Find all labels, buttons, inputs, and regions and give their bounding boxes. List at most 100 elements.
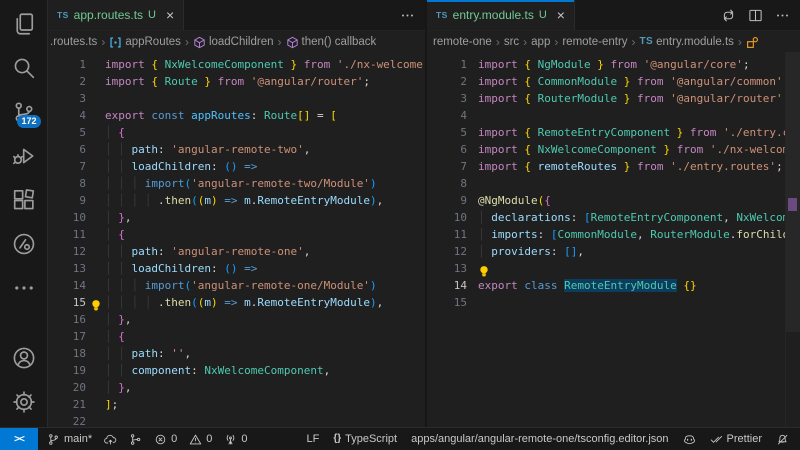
status-warning[interactable]: 0 bbox=[189, 433, 212, 446]
code-line[interactable]: 1import { NgModule } from '@angular/core… bbox=[427, 56, 800, 73]
ts-file-icon: TS bbox=[436, 10, 448, 20]
code-line[interactable]: 16│ }, bbox=[48, 311, 425, 328]
code-line[interactable]: 18│ │ path: '', bbox=[48, 345, 425, 362]
status-bell-slash[interactable] bbox=[776, 433, 789, 446]
code-line[interactable]: 19│ │ component: NxWelcomeComponent, bbox=[48, 362, 425, 379]
code-line[interactable]: 10│ }, bbox=[48, 209, 425, 226]
tab-app-routes-ts[interactable]: TS app.routes.ts U × bbox=[48, 0, 184, 30]
code-line[interactable]: 6import { NxWelcomeComponent } from './n… bbox=[427, 141, 800, 158]
breadcrumb-item[interactable]: .routes.ts bbox=[50, 36, 97, 48]
remote-indicator[interactable]: >< bbox=[0, 428, 38, 450]
code-line[interactable]: 14│ │ │ import('angular-remote-one/Modul… bbox=[48, 277, 425, 294]
activity-item-search[interactable] bbox=[0, 46, 48, 90]
tab-label: entry.module.ts bbox=[453, 8, 534, 22]
status-label: main* bbox=[64, 433, 92, 445]
code-line[interactable]: 20│ }, bbox=[48, 379, 425, 396]
activity-item-settings-gear[interactable] bbox=[0, 380, 48, 424]
code-text: │ declarations: [RemoteEntryComponent, N… bbox=[478, 209, 800, 226]
split-editor-icon[interactable] bbox=[748, 8, 763, 23]
code-line[interactable]: 14export class RemoteEntryModule {} bbox=[427, 277, 800, 294]
code-line[interactable]: 2import { CommonModule } from '@angular/… bbox=[427, 73, 800, 90]
breadcrumb-item[interactable]: appRoutes bbox=[109, 36, 181, 49]
breadcrumb-separator: › bbox=[522, 35, 528, 49]
code-line[interactable]: 3import { RouterModule } from '@angular/… bbox=[427, 90, 800, 107]
code-line[interactable]: 10│ declarations: [RemoteEntryComponent,… bbox=[427, 209, 800, 226]
code-line[interactable]: 2import { Route } from '@angular/router'… bbox=[48, 73, 425, 90]
minimap[interactable] bbox=[785, 52, 800, 428]
activity-item-source-control[interactable]: 172 bbox=[0, 90, 48, 134]
status-source-control-branch[interactable]: main* bbox=[47, 433, 92, 446]
status-apps-angular-angular-remote-one-tsconfig-editor-json[interactable]: apps/angular/angular-remote-one/tsconfig… bbox=[411, 433, 668, 445]
code-line[interactable]: 9@NgModule({ bbox=[427, 192, 800, 209]
code-line[interactable]: 11│ { bbox=[48, 226, 425, 243]
scm-badge: 172 bbox=[17, 115, 40, 128]
breadcrumb-label: remote-one bbox=[433, 36, 492, 48]
line-number: 2 bbox=[427, 73, 467, 90]
code-text: │ providers: [], bbox=[478, 243, 584, 260]
code-text: │ { bbox=[105, 328, 125, 345]
code-line[interactable]: 9│ │ │ │ .then((m) => m.RemoteEntryModul… bbox=[48, 192, 425, 209]
open-changes-icon[interactable] bbox=[721, 8, 736, 23]
code-line[interactable]: 4 bbox=[427, 107, 800, 124]
code-line[interactable]: 6│ │ path: 'angular-remote-two', bbox=[48, 141, 425, 158]
code-editor-left[interactable]: 1import { NxWelcomeComponent } from './n… bbox=[48, 52, 425, 428]
activity-item-account[interactable] bbox=[0, 336, 48, 380]
minimap-slider[interactable] bbox=[786, 52, 800, 332]
breadcrumb-item[interactable]: TSentry.module.ts bbox=[640, 36, 734, 48]
code-line[interactable]: 13│ │ loadChildren: () => bbox=[48, 260, 425, 277]
status-copilot[interactable] bbox=[683, 433, 696, 446]
breadcrumb-item[interactable]: app bbox=[531, 36, 550, 48]
status-git-graph[interactable] bbox=[129, 433, 142, 446]
tab-entry-module-ts[interactable]: TS entry.module.ts U × bbox=[427, 0, 575, 30]
code-line[interactable]: 12│ │ path: 'angular-remote-one', bbox=[48, 243, 425, 260]
breadcrumb-separator: › bbox=[495, 35, 501, 49]
activity-item-ellipsis[interactable] bbox=[0, 266, 48, 310]
code-line[interactable]: 7import { remoteRoutes } from './entry.r… bbox=[427, 158, 800, 175]
code-line[interactable]: 17│ { bbox=[48, 328, 425, 345]
status-double-check[interactable]: Prettier bbox=[710, 433, 762, 446]
activity-item-extensions[interactable] bbox=[0, 178, 48, 222]
code-line[interactable]: 8 bbox=[427, 175, 800, 192]
code-line[interactable]: 12│ providers: [], bbox=[427, 243, 800, 260]
code-line[interactable]: 11│ imports: [CommonModule, RouterModule… bbox=[427, 226, 800, 243]
line-number: 15 bbox=[48, 294, 86, 311]
lightbulb-icon[interactable] bbox=[88, 297, 103, 312]
activity-item-nx-console[interactable] bbox=[0, 222, 48, 266]
ellipsis-icon[interactable] bbox=[400, 8, 415, 23]
breadcrumb-item[interactable]: remote-one bbox=[433, 36, 492, 48]
close-icon[interactable]: × bbox=[166, 8, 174, 22]
status-radio-tower[interactable]: 0 bbox=[224, 433, 247, 446]
breadcrumb-item[interactable]: then() callback bbox=[286, 36, 377, 49]
lightbulb-icon[interactable] bbox=[476, 263, 491, 278]
activity-item-files[interactable] bbox=[0, 2, 48, 46]
line-number: 21 bbox=[48, 396, 86, 413]
code-line[interactable]: 3 bbox=[48, 90, 425, 107]
status-lf[interactable]: LF bbox=[306, 433, 319, 445]
code-line[interactable]: 15 │ │ │ │ .then((m) => m.RemoteEntryModu… bbox=[48, 294, 425, 311]
ellipsis-icon[interactable] bbox=[775, 8, 790, 23]
ts-badge-icon: TS bbox=[640, 37, 654, 47]
code-line[interactable]: 15 bbox=[427, 294, 800, 311]
status-braces[interactable]: {}TypeScript bbox=[333, 433, 397, 445]
close-icon[interactable]: × bbox=[557, 8, 565, 22]
activity-item-run-debug[interactable] bbox=[0, 134, 48, 178]
line-number: 19 bbox=[48, 362, 86, 379]
code-line[interactable]: 21]; bbox=[48, 396, 425, 413]
code-text: │ │ │ │ .then((m) => m.RemoteEntryModule… bbox=[105, 294, 383, 311]
code-line[interactable]: 8│ │ │ import('angular-remote-two/Module… bbox=[48, 175, 425, 192]
breadcrumb-item[interactable]: remote-entry bbox=[562, 36, 627, 48]
breadcrumb-item[interactable] bbox=[746, 36, 759, 49]
code-line[interactable]: 5│ { bbox=[48, 124, 425, 141]
code-editor-right[interactable]: 1import { NgModule } from '@angular/core… bbox=[427, 52, 800, 428]
status-error[interactable]: 0 bbox=[154, 433, 177, 446]
code-line[interactable]: 5import { RemoteEntryComponent } from '.… bbox=[427, 124, 800, 141]
breadcrumb-item[interactable]: loadChildren bbox=[193, 36, 274, 49]
code-line[interactable]: 1import { NxWelcomeComponent } from './n… bbox=[48, 56, 425, 73]
breadcrumb-item[interactable]: src bbox=[504, 36, 519, 48]
code-line[interactable]: 22 bbox=[48, 413, 425, 428]
code-line[interactable]: 7│ │ loadChildren: () => bbox=[48, 158, 425, 175]
code-line[interactable]: 4export const appRoutes: Route[] = [ bbox=[48, 107, 425, 124]
code-text: export const appRoutes: Route[] = [ bbox=[105, 107, 337, 124]
symbol-class-icon bbox=[746, 36, 759, 49]
status-cloud-upload[interactable] bbox=[104, 433, 117, 446]
